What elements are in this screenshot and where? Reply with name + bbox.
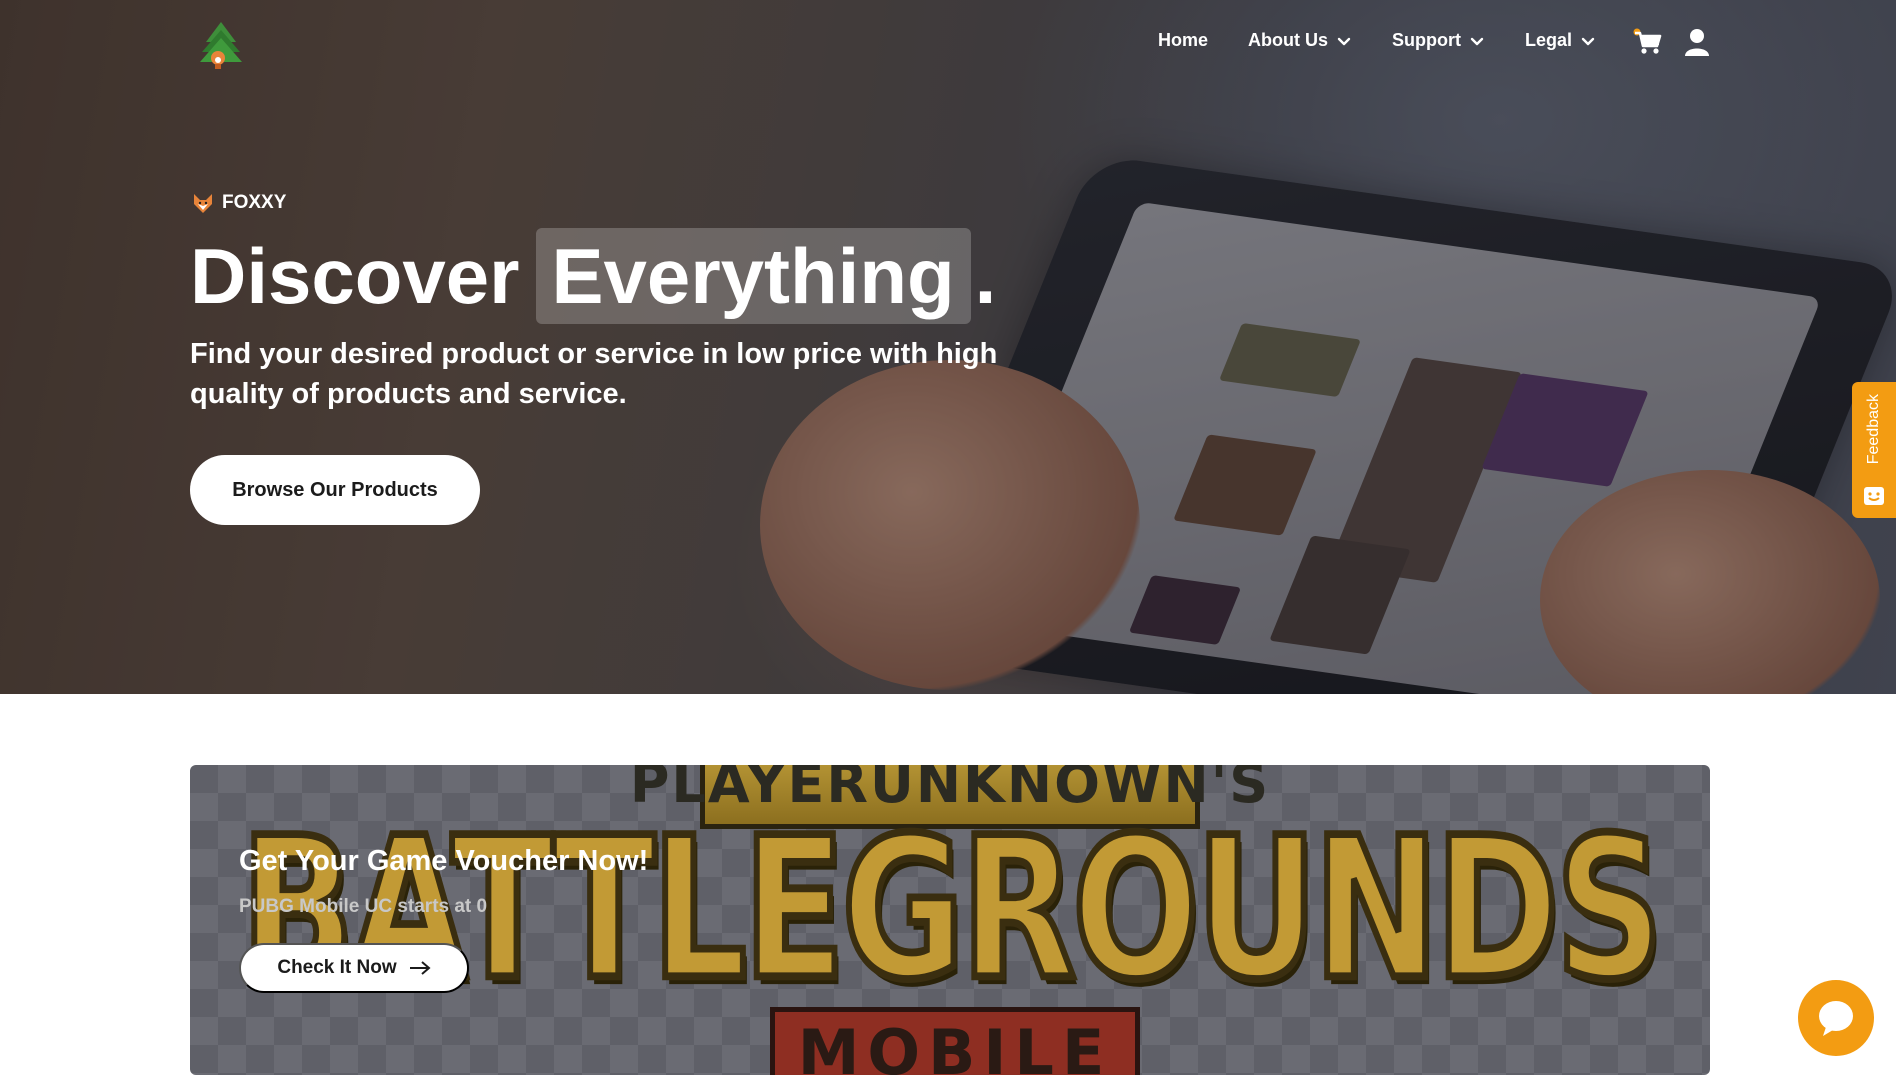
pubg-logo-bottom: MOBILE (770, 1007, 1140, 1075)
chevron-down-icon (1581, 37, 1595, 45)
site-logo[interactable] (196, 20, 246, 70)
nav-icons (1632, 28, 1710, 61)
feedback-tab[interactable]: Feedback (1852, 382, 1896, 518)
cart-icon[interactable] (1632, 28, 1662, 61)
headline-text: Discover (190, 232, 520, 320)
banner-subtitle: PUBG Mobile UC starts at 0 (239, 896, 488, 917)
check-it-now-button[interactable]: Check It Now (239, 943, 469, 993)
game-voucher-banner: PLAYERUNKNOWN'S BATTLEGROUNDS MOBILE Get… (190, 765, 1710, 1075)
nav-support-label: Support (1391, 30, 1461, 50)
chevron-down-icon (1470, 37, 1484, 45)
feedback-smile-icon (1864, 487, 1884, 505)
nav-about-us-label: About Us (1247, 30, 1328, 50)
pubg-logo-main: BATTLEGROUNDS (238, 793, 1667, 1027)
nav-legal-label: Legal (1524, 30, 1572, 50)
banner-title: Get Your Game Voucher Now! (239, 845, 649, 877)
chat-widget-button[interactable] (1798, 980, 1874, 1056)
fox-icon (194, 194, 212, 213)
chevron-down-icon (1337, 37, 1351, 45)
nav-links: Home About Us Support Legal (1158, 30, 1596, 51)
nav-about-us[interactable]: About Us (1248, 30, 1352, 51)
headline-highlight: Everything (535, 228, 971, 324)
nav-home-label: Home (1157, 30, 1208, 50)
arrow-right-icon (409, 961, 431, 975)
check-it-now-label: Check It Now (277, 957, 397, 978)
nav-support[interactable]: Support (1392, 30, 1485, 51)
nav-home[interactable]: Home (1158, 30, 1208, 51)
browse-products-button[interactable]: Browse Our Products (190, 455, 480, 525)
nav-legal[interactable]: Legal (1525, 30, 1596, 51)
brand-name: FOXXY (222, 192, 287, 213)
feedback-label: Feedback (1865, 394, 1882, 465)
user-icon[interactable] (1684, 28, 1710, 61)
brand-tag: FOXXY (192, 192, 286, 214)
hero-subtitle: Find your desired product or service in … (190, 338, 998, 410)
hero-headline: Discover Everything . (190, 228, 996, 324)
chat-bubble-icon (1819, 1001, 1853, 1036)
top-navbar: Home About Us Support Legal (0, 0, 1896, 92)
headline-period: . (974, 232, 997, 320)
